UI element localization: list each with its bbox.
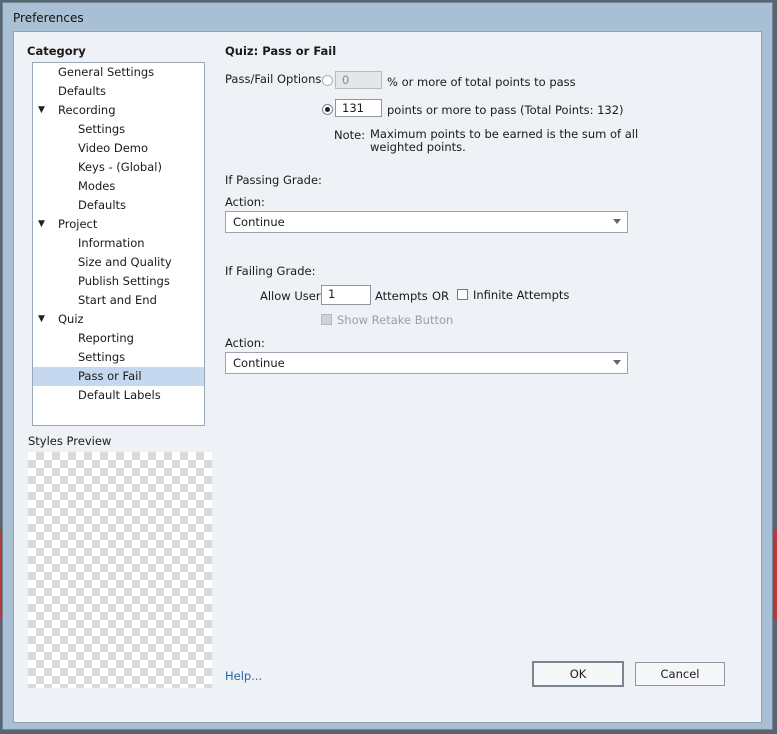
tree-item-label: Video Demo <box>78 141 149 155</box>
attempts-text: Attempts <box>375 289 428 303</box>
percent-radio[interactable] <box>322 75 333 86</box>
note-text-line2: weighted points. <box>370 140 466 154</box>
show-retake-label: Show Retake Button <box>337 313 454 327</box>
tree-item[interactable]: ▼ Quiz <box>33 310 204 329</box>
note-text-line1: Maximum points to be earned is the sum o… <box>370 127 639 141</box>
tree-item[interactable]: Modes <box>33 177 204 196</box>
styles-preview-label: Styles Preview <box>28 434 112 448</box>
failing-action-label: Action: <box>225 336 265 350</box>
attempts-field[interactable]: 1 <box>321 285 371 305</box>
category-tree[interactable]: General Settings Defaults ▼ Recording Settin… <box>32 62 205 426</box>
percent-field[interactable]: 0 <box>335 71 382 89</box>
note-label: Note: <box>334 128 366 142</box>
styles-preview-canvas <box>28 452 212 688</box>
tree-item[interactable]: ▼ Recording <box>33 101 204 120</box>
passing-action-value: Continue <box>233 215 285 229</box>
tree-item-label: Publish Settings <box>78 274 170 288</box>
ok-button[interactable]: OK <box>532 661 624 687</box>
dialog-client: Category General Settings Defaults ▼ Record… <box>13 31 762 723</box>
tree-item-label: Defaults <box>78 198 127 212</box>
allow-user-label: Allow User: <box>260 289 325 303</box>
points-text: points or more to pass (Total Points: 13… <box>387 103 624 117</box>
infinite-attempts-label: Infinite Attempts <box>473 288 570 302</box>
points-radio[interactable] <box>322 104 333 115</box>
window-title: Preferences <box>13 11 84 25</box>
expand-arrow-icon[interactable]: ▼ <box>38 215 45 234</box>
expand-arrow-icon[interactable]: ▼ <box>38 310 45 329</box>
tree-item[interactable]: Defaults <box>33 196 204 215</box>
tree-item-label: Reporting <box>78 331 134 345</box>
tree-item-label: Keys - (Global) <box>78 160 162 174</box>
tree-item[interactable]: Default Labels <box>33 386 204 405</box>
chevron-down-icon <box>613 219 621 224</box>
tree-item-label: Modes <box>78 179 116 193</box>
infinite-attempts-checkbox[interactable] <box>457 289 468 300</box>
chevron-down-icon <box>613 360 621 365</box>
cancel-button[interactable]: Cancel <box>635 662 725 686</box>
tree-item[interactable]: Information <box>33 234 204 253</box>
page-title: Quiz: Pass or Fail <box>225 44 337 58</box>
tree-item-label: Pass or Fail <box>78 369 142 383</box>
tree-item-label: Settings <box>78 122 126 136</box>
tree-item[interactable]: Defaults <box>33 82 204 101</box>
expand-arrow-icon[interactable]: ▼ <box>38 101 45 120</box>
tree-item[interactable]: General Settings <box>33 63 204 82</box>
points-field[interactable]: 131 <box>335 99 382 117</box>
tree-item-label: Information <box>78 236 145 250</box>
show-retake-checkbox[interactable] <box>321 314 332 325</box>
tree-item[interactable]: Size and Quality <box>33 253 204 272</box>
tree-item-label: Size and Quality <box>78 255 172 269</box>
failing-action-value: Continue <box>233 356 285 370</box>
failing-action-select[interactable]: Continue <box>225 352 628 374</box>
tree-item-label: General Settings <box>58 65 155 79</box>
tree-item[interactable]: Publish Settings <box>33 272 204 291</box>
tree-item-label: Settings <box>78 350 126 364</box>
tree-item[interactable]: Keys - (Global) <box>33 158 204 177</box>
tree-item[interactable]: Pass or Fail <box>33 367 204 386</box>
passing-action-select[interactable]: Continue <box>225 211 628 233</box>
tree-item-label: Quiz <box>58 312 84 326</box>
tree-item[interactable]: Start and End <box>33 291 204 310</box>
passing-grade-heading: If Passing Grade: <box>225 173 322 187</box>
tree-item-label: Start and End <box>78 293 157 307</box>
tree-item[interactable]: Settings <box>33 348 204 367</box>
preferences-dialog: Preferences Category General Settings Def… <box>2 2 773 730</box>
category-heading: Category <box>27 44 86 58</box>
failing-grade-heading: If Failing Grade: <box>225 264 316 278</box>
or-text: OR <box>432 289 450 303</box>
tree-item-label: Recording <box>58 103 116 117</box>
tree-item-label: Defaults <box>58 84 107 98</box>
pass-fail-options-label: Pass/Fail Options: <box>225 72 326 86</box>
tree-item-label: Default Labels <box>78 388 161 402</box>
help-link[interactable]: Help... <box>225 669 262 683</box>
tree-item[interactable]: Settings <box>33 120 204 139</box>
passing-action-label: Action: <box>225 195 265 209</box>
tree-item[interactable]: Video Demo <box>33 139 204 158</box>
title-bar: Preferences <box>3 3 772 31</box>
tree-item[interactable]: Reporting <box>33 329 204 348</box>
tree-item-label: Project <box>58 217 98 231</box>
percent-text: % or more of total points to pass <box>387 75 576 89</box>
tree-item[interactable]: ▼ Project <box>33 215 204 234</box>
